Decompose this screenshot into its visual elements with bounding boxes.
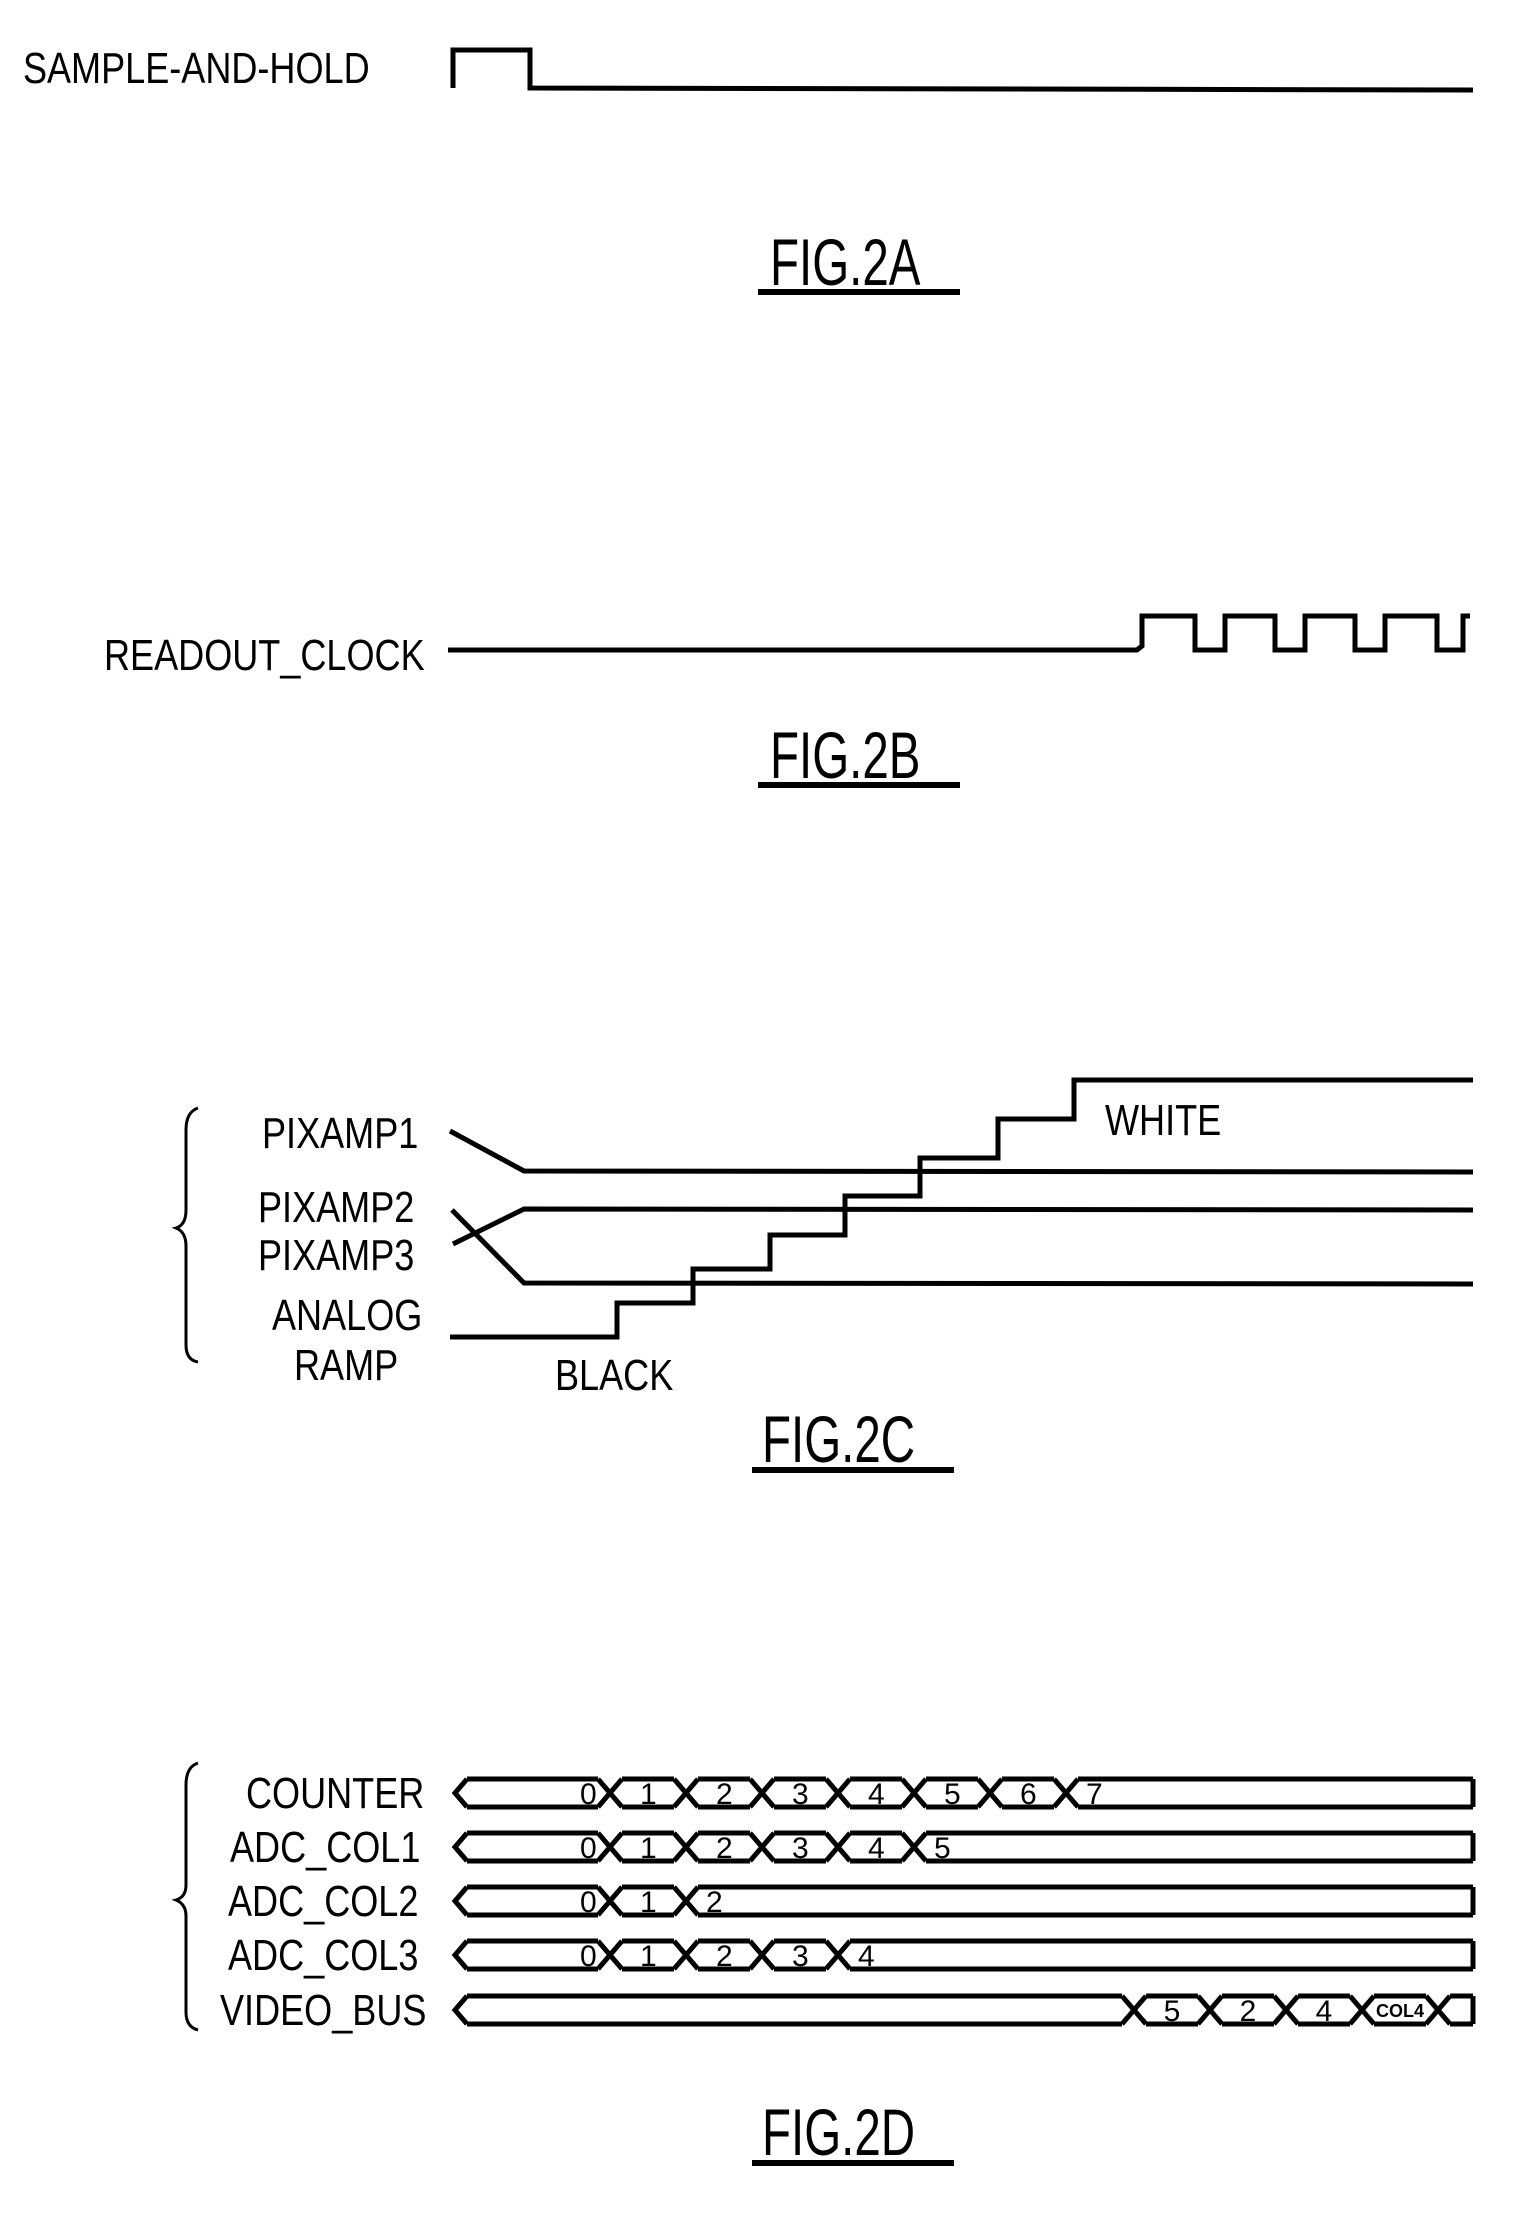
bus-transition <box>824 1831 852 1863</box>
bus-segment <box>698 1884 1473 1918</box>
bus-transition <box>596 1885 624 1917</box>
fig2c-brace <box>171 1106 199 1364</box>
bus-transition <box>672 1885 700 1917</box>
bus-segment <box>926 1830 1473 1864</box>
bus-transition <box>596 1939 624 1971</box>
bus-value: 0 <box>580 1940 597 1973</box>
bus-transition <box>672 1777 700 1809</box>
bus-segment <box>850 1938 1473 1972</box>
bus-value: 5 <box>944 1778 961 1811</box>
bus-segment <box>1078 1776 1473 1810</box>
bus-value: 7 <box>1086 1778 1103 1811</box>
counter-label: COUNTER <box>246 1769 424 1818</box>
bus-transition <box>1196 1994 1224 2026</box>
fig2d-brace <box>171 1761 199 2032</box>
pixamp1-waveform <box>448 1128 1474 1175</box>
bus-value: 3 <box>792 1778 809 1811</box>
bus-transition <box>748 1831 776 1863</box>
bus-value: 2 <box>706 1886 723 1919</box>
bus-value: 1 <box>640 1886 657 1919</box>
bus-transition <box>596 1831 624 1863</box>
bus-transition <box>900 1777 928 1809</box>
bus-waveforms: 0 1 2 3 4 5 6 7 0 1 2 3 4 5 0 1 2 0 1 2 3 4 5 2 4 COL4 <box>451 1776 1476 2028</box>
pixamp3-waveform <box>450 1208 1474 1287</box>
bus-left-edge <box>451 1831 469 1863</box>
timing-diagram: SAMPLE-AND-HOLD FIG.2A READOUT_CLOCK FIG… <box>23 44 1476 2170</box>
bus-value: COL4 <box>1376 2001 1424 2021</box>
bus-left-edge <box>451 1939 469 1971</box>
video-bus-label: VIDEO_BUS <box>220 1986 426 2035</box>
fig2c: PIXAMP1 PIXAMP2 PIXAMP3 ANALOG RAMP BLAC… <box>171 1077 1474 1477</box>
bus-value: 0 <box>580 1832 597 1865</box>
bus-left-edge <box>451 1885 469 1917</box>
pixamp2-label: PIXAMP2 <box>258 1183 414 1232</box>
sample-and-hold-waveform <box>450 47 1474 93</box>
bus-left-edge <box>451 1994 469 2026</box>
bus-segment <box>1450 1993 1473 2027</box>
bus-value: 1 <box>640 1778 657 1811</box>
bus-transition <box>1272 1994 1300 2026</box>
adc-col1-label: ADC_COL1 <box>230 1823 420 1872</box>
bus-value: 5 <box>1164 1995 1181 2028</box>
bus-transition <box>596 1777 624 1809</box>
adc-col2-label: ADC_COL2 <box>228 1877 418 1926</box>
bus-value: 4 <box>868 1832 885 1865</box>
bus-value: 0 <box>580 1886 597 1919</box>
bus-transition <box>824 1939 852 1971</box>
bus-value: 5 <box>934 1832 951 1865</box>
bus-left-edge <box>451 1777 469 1809</box>
adc-col3-label: ADC_COL3 <box>228 1931 418 1980</box>
bus-value: 4 <box>868 1778 885 1811</box>
fig2a: SAMPLE-AND-HOLD FIG.2A <box>23 44 1474 300</box>
bus-segment <box>467 1776 598 1810</box>
bus-segment <box>467 1938 598 1972</box>
bus-value: 2 <box>716 1940 733 1973</box>
analog-ramp-label-line1: ANALOG <box>272 1291 422 1340</box>
bus-segment <box>467 1993 1122 2027</box>
bus-segment <box>467 1884 598 1918</box>
bus-value: 4 <box>1316 1995 1333 2028</box>
readout-clock-label: READOUT_CLOCK <box>104 631 425 680</box>
fig2c-caption: FIG.2C <box>762 1403 915 1476</box>
pixamp2-waveform <box>451 1206 1474 1247</box>
bus-transition <box>1120 1994 1148 2026</box>
bus-segment <box>467 1830 598 1864</box>
bus-transition <box>748 1777 776 1809</box>
bus-value: 3 <box>792 1832 809 1865</box>
bus-value: 1 <box>640 1832 657 1865</box>
readout-clock-waveform <box>448 613 1470 653</box>
bus-value: 6 <box>1020 1778 1037 1811</box>
bus-value: 2 <box>716 1778 733 1811</box>
bus-value: 4 <box>858 1940 875 1973</box>
fig2b: READOUT_CLOCK FIG.2B <box>104 613 1470 793</box>
pixamp1-label: PIXAMP1 <box>262 1109 418 1158</box>
fig2d-caption: FIG.2D <box>762 2096 915 2169</box>
bus-transition <box>1052 1777 1080 1809</box>
black-label: BLACK <box>555 1351 673 1400</box>
bus-value: 0 <box>580 1778 597 1811</box>
sample-and-hold-label: SAMPLE-AND-HOLD <box>23 44 370 93</box>
bus-transition <box>672 1939 700 1971</box>
bus-transition <box>976 1777 1004 1809</box>
fig2d: COUNTER ADC_COL1 ADC_COL2 ADC_COL3 VIDEO… <box>171 1761 1476 2170</box>
bus-value: 1 <box>640 1940 657 1973</box>
bus-transition <box>1424 1994 1452 2026</box>
bus-transition <box>672 1831 700 1863</box>
bus-value: 2 <box>716 1832 733 1865</box>
pixamp3-label: PIXAMP3 <box>258 1231 414 1280</box>
fig2b-caption: FIG.2B <box>770 719 921 792</box>
bus-value: 2 <box>1240 1995 1257 2028</box>
analog-ramp-label-line2: RAMP <box>294 1341 398 1390</box>
white-label: WHITE <box>1105 1096 1221 1145</box>
fig2a-caption: FIG.2A <box>770 226 921 299</box>
bus-transition <box>824 1777 852 1809</box>
bus-transition <box>1348 1994 1376 2026</box>
bus-transition <box>900 1831 928 1863</box>
bus-transition <box>748 1939 776 1971</box>
bus-value: 3 <box>792 1940 809 1973</box>
